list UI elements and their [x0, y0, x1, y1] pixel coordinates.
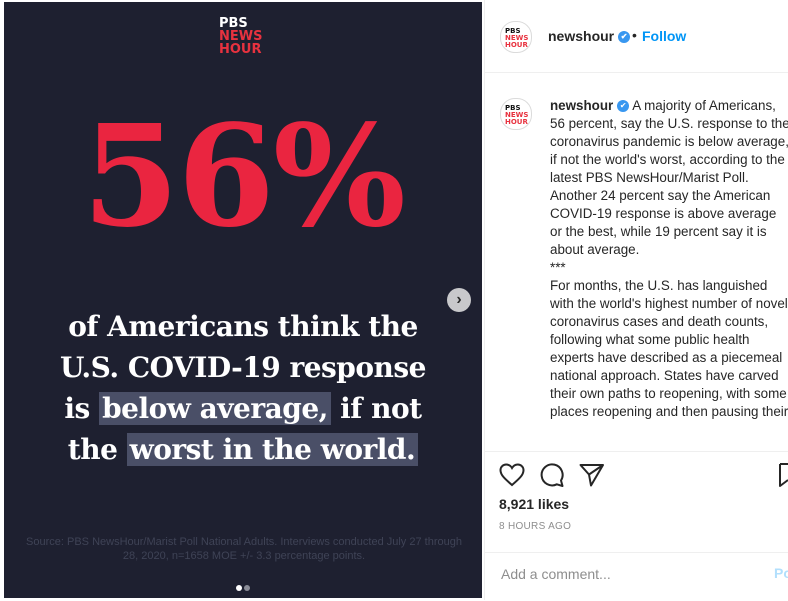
headline-text: the: [67, 433, 118, 466]
follow-button[interactable]: Follow: [642, 28, 686, 44]
header-username[interactable]: newshour ✔: [548, 28, 631, 44]
bookmark-icon[interactable]: [779, 463, 788, 487]
comments-section[interactable]: PBS NEWS HOUR newshour ✔ A majority of Am…: [485, 73, 788, 451]
carousel-dot[interactable]: [244, 585, 250, 591]
heart-icon[interactable]: [499, 463, 525, 487]
avatar-logo-icon: PBS NEWS HOUR: [505, 27, 529, 49]
big-statistic: 56%: [82, 95, 406, 259]
headline-line-2: U.S. COVID-19 response: [60, 351, 426, 384]
headline-line-3: is below average, if not: [4, 388, 482, 429]
avatar[interactable]: PBS NEWS HOUR: [500, 21, 532, 53]
avatar[interactable]: PBS NEWS HOUR: [500, 98, 532, 130]
comment-form: Post: [485, 552, 788, 601]
username-text[interactable]: newshour: [548, 28, 614, 44]
caption-text-2: For months, the U.S. has languished with…: [550, 278, 788, 419]
post-header: PBS NEWS HOUR newshour ✔ • Follow ⋮: [485, 0, 788, 73]
next-slide-button[interactable]: ›: [447, 288, 471, 312]
like-count[interactable]: 8,921 likes: [499, 496, 569, 512]
avatar-logo-icon: PBS NEWS HOUR: [505, 104, 529, 126]
source-note: Source: PBS NewsHour/Marist Poll Nationa…: [26, 536, 462, 562]
carousel-indicator: [235, 578, 251, 596]
comment-icon[interactable]: [539, 463, 565, 487]
share-icon[interactable]: [579, 463, 605, 487]
post-sidebar: PBS NEWS HOUR newshour ✔ • Follow ⋮ PBS N…: [484, 0, 788, 600]
post-image: PBS NEWS HOUR 56% of Americans think the…: [4, 2, 482, 598]
caption-separator: ***: [550, 260, 566, 275]
headline-highlight: worst in the world.: [126, 433, 419, 466]
post-actions: 8,921 likes 8 HOURS AGO Post: [485, 451, 788, 600]
verified-badge-icon: ✔: [617, 100, 630, 113]
post-comment-button[interactable]: Post: [774, 565, 788, 581]
carousel-dot-active: [236, 585, 242, 591]
pbs-newshour-logo: PBS NEWS HOUR: [219, 17, 279, 56]
headline-line-4: the worst in the world.: [4, 429, 482, 470]
separator-dot: •: [632, 27, 637, 43]
post-media: PBS NEWS HOUR 56% of Americans think the…: [0, 0, 484, 600]
logo-line-3: HOUR: [219, 42, 262, 57]
headline-line-1: of Americans think the: [68, 310, 418, 343]
caption-text: A majority of Americans, 56 percent, say…: [550, 98, 788, 257]
comment-input[interactable]: [499, 565, 763, 583]
headline-text: if not: [340, 392, 422, 425]
post-headline: of Americans think the U.S. COVID-19 res…: [4, 306, 482, 470]
headline-text: is: [64, 392, 90, 425]
verified-badge-icon: ✔: [618, 31, 631, 44]
post-caption: newshour ✔ A majority of Americans, 56 pe…: [550, 97, 788, 421]
chevron-right-icon: ›: [456, 291, 462, 308]
post-timestamp[interactable]: 8 HOURS AGO: [499, 521, 571, 532]
caption-username[interactable]: newshour: [550, 98, 613, 113]
headline-highlight: below average,: [99, 392, 331, 425]
more-options-icon[interactable]: ⋮: [782, 24, 788, 45]
